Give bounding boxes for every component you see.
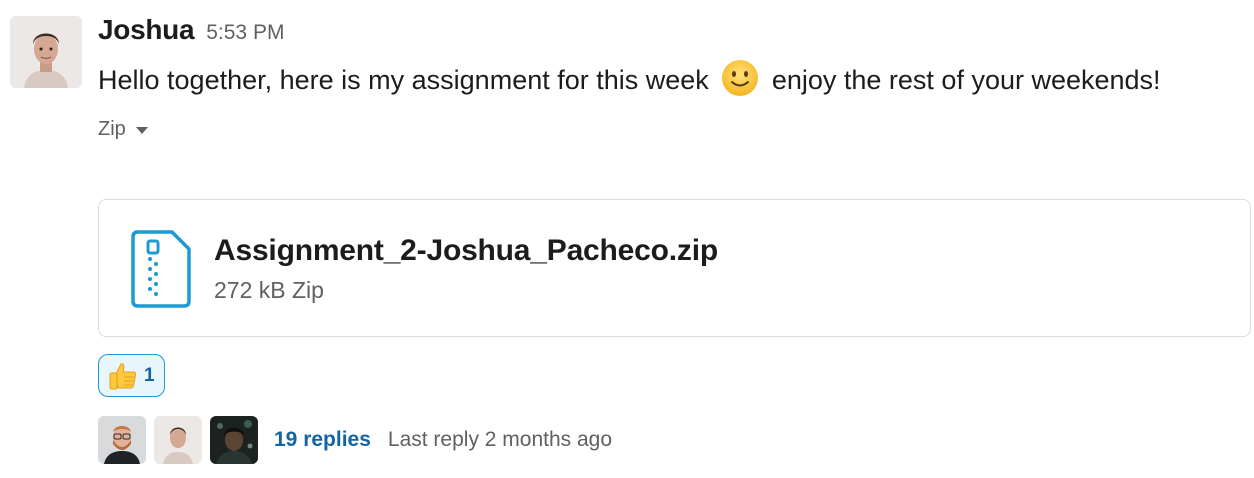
avatar-dark-photo [210,416,258,464]
message-text-part-1: Hello together, here is my assignment fo… [98,65,709,95]
reaction-count: 1 [144,364,155,386]
thumbs-up-icon [107,360,139,392]
attachment-toggle[interactable]: Zip [98,116,148,142]
thread-avatar-2[interactable] [154,416,202,464]
sender-avatar-image [10,16,82,88]
sender-avatar[interactable] [10,16,82,88]
thread-avatar-1[interactable] [98,416,146,464]
thread-last-reply: Last reply 2 months ago [387,428,613,451]
message-container: Joshua 5:53 PM Hello together, here is m… [0,0,1254,478]
file-attachment-card[interactable]: Assignment_2-Joshua_Pacheco.zip 272 kB Z… [98,199,1251,337]
file-name[interactable]: Assignment_2-Joshua_Pacheco.zip [214,234,718,268]
avatar-joshua [154,416,202,464]
thread-avatar-3[interactable] [210,416,258,464]
message-text: Hello together, here is my assignment fo… [98,56,1178,104]
thread-summary[interactable]: 19 replies Last reply 2 months ago [98,416,612,464]
attachment-toggle-label: Zip [98,117,126,140]
message-header: Joshua 5:53 PM [98,14,1248,54]
avatar-bearded-man [98,416,146,464]
message-content: Joshua 5:53 PM Hello together, here is m… [98,14,1251,464]
zip-file-icon [130,229,192,309]
reaction-thumbs-up[interactable]: 1 [98,354,165,397]
slightly-smiling-face-icon [720,58,760,98]
file-meta: 272 kB Zip [214,277,324,303]
sender-name[interactable]: Joshua [98,14,195,46]
message-timestamp[interactable]: 5:53 PM [206,21,284,45]
thread-replies-link[interactable]: 19 replies [274,428,371,452]
caret-down-icon [135,126,148,134]
message-text-part-2: enjoy the rest of your weekends! [771,65,1161,95]
